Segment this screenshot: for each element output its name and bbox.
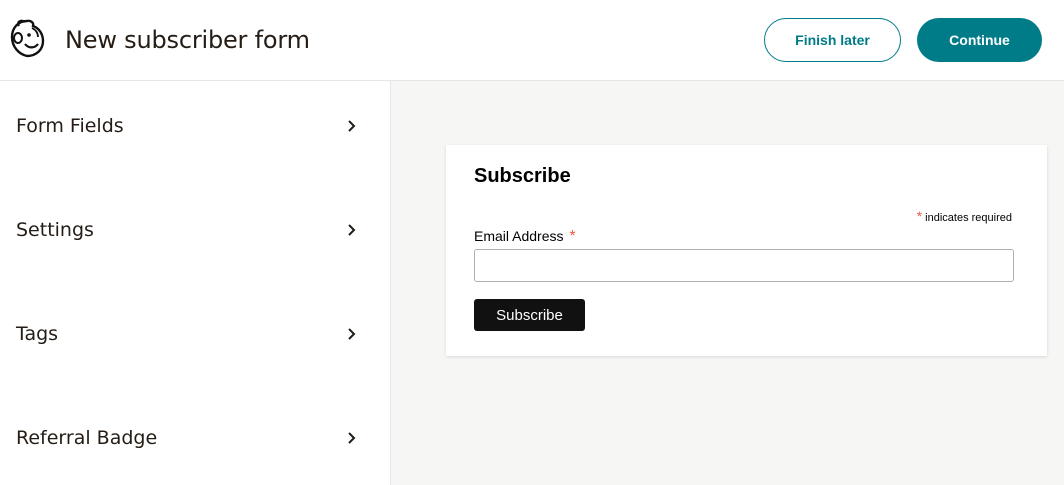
required-note: * indicates required: [917, 208, 1012, 224]
chevron-right-icon: [348, 432, 356, 444]
required-asterisk: *: [916, 208, 923, 224]
form-preview-area: Subscribe * indicates required Email Add…: [391, 81, 1064, 485]
form-preview-card: Subscribe * indicates required Email Add…: [446, 145, 1047, 356]
continue-button[interactable]: Continue: [917, 18, 1042, 62]
sidebar-item-referral-badge[interactable]: Referral Badge: [0, 408, 390, 468]
subscribe-button[interactable]: Subscribe: [474, 299, 585, 331]
chevron-right-icon: [348, 224, 356, 236]
required-note-text: indicates required: [925, 212, 1012, 224]
sidebar-item-form-fields[interactable]: Form Fields: [0, 96, 390, 156]
email-label: Email Address *: [474, 228, 576, 246]
chevron-right-icon: [348, 120, 356, 132]
email-required-asterisk: *: [569, 228, 576, 245]
finish-later-button[interactable]: Finish later: [764, 18, 901, 62]
form-title: Subscribe: [474, 165, 571, 187]
sidebar-item-label: Referral Badge: [16, 427, 158, 449]
email-field[interactable]: [474, 249, 1014, 282]
chevron-right-icon: [348, 328, 356, 340]
sidebar-item-settings[interactable]: Settings: [0, 200, 390, 260]
sidebar-item-label: Tags: [16, 323, 59, 345]
sidebar-item-label: Form Fields: [16, 115, 124, 137]
sidebar-item-label: Settings: [16, 219, 94, 241]
top-bar: New subscriber form Finish later Continu…: [0, 0, 1064, 81]
page-title: New subscriber form: [65, 26, 310, 54]
sidebar: Form Fields Settings Tags Referral Badge: [0, 81, 391, 485]
mailchimp-freddie-icon[interactable]: [7, 18, 47, 60]
email-label-text: Email Address: [474, 228, 564, 244]
sidebar-item-tags[interactable]: Tags: [0, 304, 390, 364]
